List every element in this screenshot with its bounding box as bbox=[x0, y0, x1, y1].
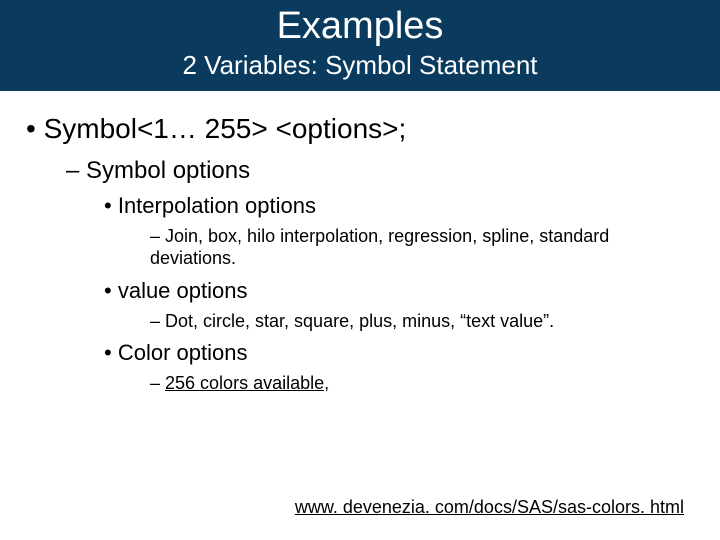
color-options-heading: Color options bbox=[0, 340, 720, 366]
colors-available-link[interactable]: 256 colors available, bbox=[165, 373, 329, 393]
slide-title: Examples bbox=[0, 6, 720, 48]
slide-body: Symbol<1… 255> <options>; Symbol options… bbox=[0, 91, 720, 395]
syntax-line: Symbol<1… 255> <options>; bbox=[0, 113, 720, 145]
symbol-options-heading: Symbol options bbox=[0, 157, 720, 185]
value-options-heading: value options bbox=[0, 278, 720, 304]
interpolation-options-heading: Interpolation options bbox=[0, 193, 720, 219]
footer-url-link[interactable]: www. devenezia. com/docs/SAS/sas-colors.… bbox=[295, 497, 684, 518]
value-options-detail: Dot, circle, star, square, plus, minus, … bbox=[0, 310, 720, 333]
color-options-detail: 256 colors available, bbox=[0, 372, 720, 395]
slide-subtitle: 2 Variables: Symbol Statement bbox=[0, 50, 720, 81]
slide-header: Examples 2 Variables: Symbol Statement bbox=[0, 0, 720, 91]
interpolation-options-detail: Join, box, hilo interpolation, regressio… bbox=[0, 225, 720, 270]
